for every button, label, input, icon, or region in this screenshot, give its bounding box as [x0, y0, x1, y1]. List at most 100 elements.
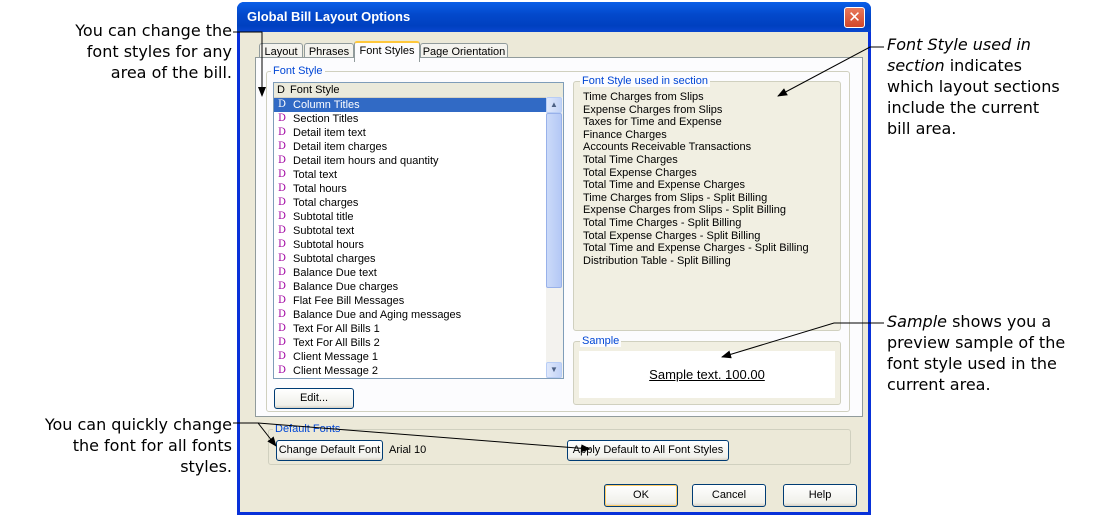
section-list-item: Time Charges from Slips - Split Billing	[583, 191, 768, 204]
list-item-label: Section Titles	[293, 113, 359, 125]
section-list-item: Expense Charges from Slips - Split Billi…	[583, 204, 786, 217]
callout-sample: Sample shows you a preview sample of the…	[887, 311, 1092, 395]
ok-button[interactable]: OK	[604, 484, 678, 507]
callout-line: which layout sections	[887, 77, 1060, 96]
edit-button-label: Edit...	[299, 392, 329, 404]
list-item[interactable]: D Total hours	[274, 182, 546, 196]
cancel-button[interactable]: Cancel	[692, 484, 766, 507]
list-item-label: Total charges	[293, 197, 359, 209]
title-bar[interactable]: Global Bill Layout Options ✕	[237, 2, 871, 32]
section-list-item: Total Expense Charges	[583, 166, 697, 179]
list-item[interactable]: D Column Titles	[274, 98, 546, 112]
edit-button[interactable]: Edit...	[274, 388, 354, 409]
list-item-label: Flat Fee Bill Messages	[293, 295, 405, 307]
item-marker: D	[278, 267, 287, 278]
callout-line: styles.	[180, 457, 232, 476]
apply-default-button[interactable]: Apply Default to All Font Styles	[567, 440, 729, 461]
scroll-down-icon[interactable]: ▼	[546, 362, 562, 378]
list-scrollbar[interactable]: ▲ ▼	[546, 97, 563, 378]
list-item[interactable]: D Balance Due and Aging messages	[274, 308, 546, 322]
callout-emphasis: Sample	[887, 312, 947, 331]
item-marker: D	[278, 127, 287, 138]
section-list-item: Total Time and Expense Charges - Split B…	[583, 242, 809, 255]
change-default-font-button[interactable]: Change Default Font	[276, 440, 383, 461]
list-item[interactable]: D Total text	[274, 168, 546, 182]
list-item-label: Balance Due and Aging messages	[293, 309, 462, 321]
callout-line: current area.	[887, 375, 991, 394]
callout-line: font styles for any	[86, 42, 232, 61]
list-item-label: Detail item hours and quantity	[293, 155, 439, 167]
list-item[interactable]: D Detail item hours and quantity	[274, 154, 546, 168]
item-marker: D	[278, 323, 287, 334]
list-item-label: Column Titles	[293, 99, 360, 111]
item-marker: D	[278, 295, 287, 306]
list-item-label: Detail item text	[293, 127, 366, 139]
list-item[interactable]: D Balance Due charges	[274, 280, 546, 294]
list-item-label: Subtotal charges	[293, 253, 376, 265]
list-item[interactable]: D Subtotal charges	[274, 252, 546, 266]
list-item-label: Total text	[293, 169, 338, 181]
item-marker: D	[278, 351, 287, 362]
ok-label: OK	[633, 489, 649, 501]
callout-line: You can quickly change	[44, 415, 232, 434]
list-item-label: Detail item charges	[293, 141, 388, 153]
item-marker: D	[278, 113, 287, 124]
close-icon[interactable]: ✕	[844, 7, 865, 28]
font-style-list[interactable]: D Font Style D Column Titles D Section Titl…	[273, 82, 564, 379]
help-label: Help	[808, 489, 832, 501]
callout-line: include the current	[887, 98, 1040, 117]
list-item-label: Client Message 1	[293, 351, 378, 363]
callout-emphasis: Font Style used in	[887, 35, 1031, 54]
callout-font-style-used: Font Style used in section indicates whi…	[887, 34, 1087, 139]
list-header[interactable]: D Font Style	[274, 83, 563, 98]
list-item[interactable]: D Detail item text	[274, 126, 546, 140]
item-marker: D	[278, 365, 287, 376]
item-marker: D	[278, 253, 287, 264]
callout-line: bill area.	[887, 119, 957, 138]
apply-default-label: Apply Default to All Font Styles	[572, 444, 724, 456]
list-item[interactable]: D Client Message 2	[274, 364, 546, 378]
item-marker: D	[278, 211, 287, 222]
list-item[interactable]: D Flat Fee Bill Messages	[274, 294, 546, 308]
callout-line: preview sample of the	[887, 333, 1066, 352]
sample-text: Sample text. 100.00	[649, 367, 765, 382]
list-item[interactable]: D Text For All Bills 2	[274, 336, 546, 350]
sample-preview: Sample text. 100.00	[579, 351, 835, 398]
list-item[interactable]: D Total charges	[274, 196, 546, 210]
default-font-name: Arial 10	[389, 444, 427, 456]
header-font-style: Font Style	[290, 84, 340, 96]
tab-label: Font Styles	[359, 45, 415, 57]
list-item-label: Subtotal title	[293, 211, 354, 223]
scroll-thumb[interactable]	[546, 113, 562, 288]
list-item[interactable]: D Subtotal hours	[274, 238, 546, 252]
callout-line: area of the bill.	[110, 63, 232, 82]
item-marker: D	[278, 99, 287, 110]
section-list-item: Distribution Table - Split Billing	[583, 254, 731, 267]
list-item[interactable]: D Client Message 1	[274, 350, 546, 364]
tab-font-styles[interactable]: Font Styles	[354, 41, 420, 62]
used-in-section-label: Font Style used in section	[580, 75, 710, 87]
list-item-label: Subtotal text	[293, 225, 355, 237]
list-item[interactable]: D Balance Due text	[274, 266, 546, 280]
section-list-item: Total Time Charges	[583, 153, 678, 166]
item-marker: D	[278, 141, 287, 152]
list-item[interactable]: D Text For All Bills 1	[274, 322, 546, 336]
change-default-font-label: Change Default Font	[278, 444, 381, 456]
list-item-label: Balance Due charges	[293, 281, 399, 293]
list-item[interactable]: D Subtotal title	[274, 210, 546, 224]
list-item[interactable]: D Subtotal text	[274, 224, 546, 238]
section-list-item: Accounts Receivable Transactions	[583, 141, 752, 154]
help-button[interactable]: Help	[783, 484, 857, 507]
list-item-label: Text For All Bills 2	[293, 337, 380, 349]
list-item[interactable]: D Detail item charges	[274, 140, 546, 154]
header-d-column: D	[277, 84, 285, 96]
item-marker: D	[278, 309, 287, 320]
section-list-item: Expense Charges from Slips	[583, 103, 723, 116]
list-item[interactable]: D Section Titles	[274, 112, 546, 126]
scroll-up-icon[interactable]: ▲	[546, 97, 562, 113]
list-item-label: Text For All Bills 1	[293, 323, 380, 335]
sample-group-label: Sample	[580, 335, 622, 347]
item-marker: D	[278, 225, 287, 236]
dialog-title: Global Bill Layout Options	[247, 9, 411, 24]
item-marker: D	[278, 197, 287, 208]
